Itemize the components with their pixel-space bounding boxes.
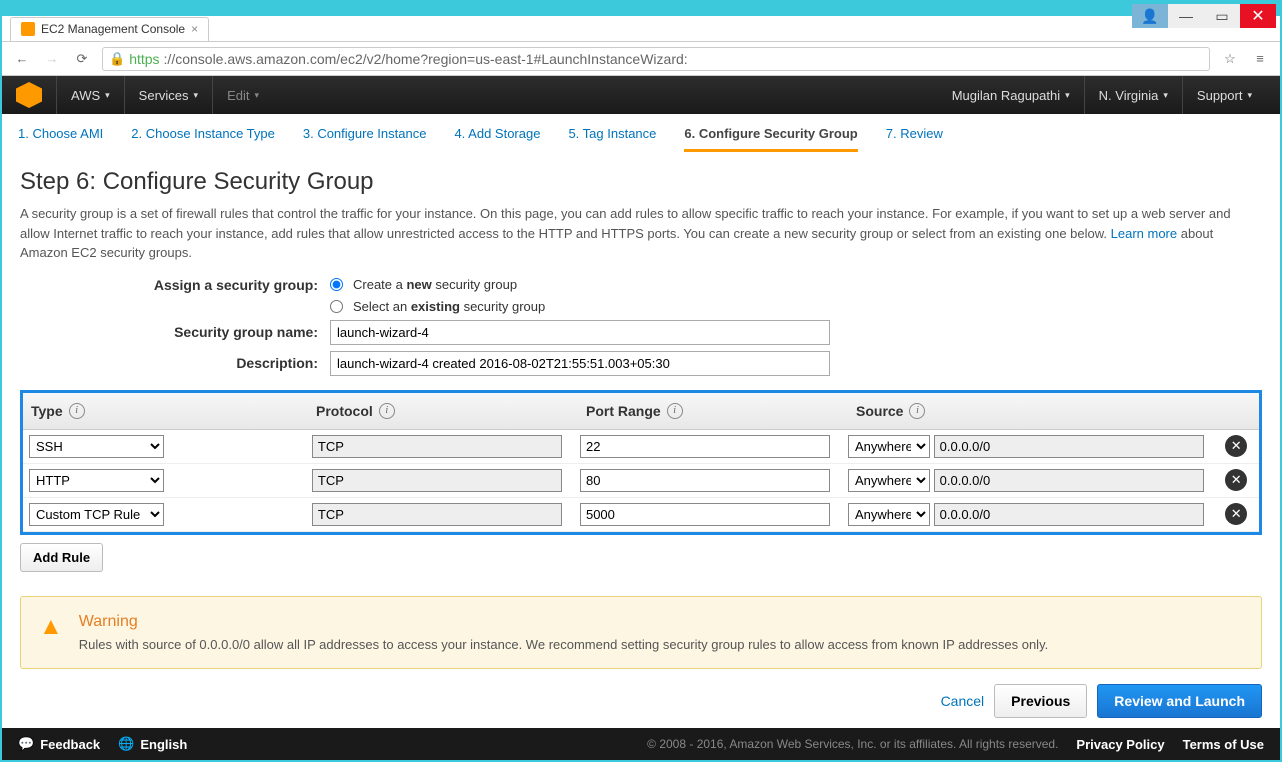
region-menu[interactable]: N. Virginia▾ [1084,76,1182,114]
user-menu[interactable]: Mugilan Ragupathi▾ [938,76,1084,114]
aws-favicon-icon [21,22,35,36]
warning-box: ▲ Warning Rules with source of 0.0.0.0/0… [20,596,1262,669]
rule-source-select[interactable]: Anywhere [848,435,930,458]
menu-icon[interactable]: ≡ [1250,49,1270,69]
forward-icon: → [42,49,62,69]
rule-port-input[interactable] [580,503,830,526]
feedback-link[interactable]: 💬Feedback [18,736,100,752]
info-icon[interactable]: i [69,403,85,419]
previous-button[interactable]: Previous [994,684,1087,718]
services-menu[interactable]: Services▾ [124,76,212,114]
rule-protocol [312,435,562,458]
speech-icon: 💬 [18,736,34,752]
delete-rule-icon[interactable]: ✕ [1225,469,1247,491]
browser-tab[interactable]: EC2 Management Console × [10,17,209,41]
url-path: ://console.aws.amazon.com/ec2/v2/home?re… [164,51,688,67]
table-row: Custom TCP Rule Anywhere ✕ [23,498,1259,532]
window-minimize[interactable]: — [1168,4,1204,28]
url-protocol: https [129,51,159,67]
copyright: © 2008 - 2016, Amazon Web Services, Inc.… [647,737,1058,751]
rule-type-select[interactable]: SSH [29,435,164,458]
info-icon[interactable]: i [667,403,683,419]
wizard-tab-tag[interactable]: 5. Tag Instance [568,126,656,152]
learn-more-link[interactable]: Learn more [1111,226,1177,241]
rule-type-select[interactable]: Custom TCP Rule [29,503,164,526]
table-row: HTTP Anywhere ✕ [23,464,1259,498]
page-description: A security group is a set of firewall ru… [20,204,1262,263]
aws-header: AWS▾ Services▾ Edit▾ Mugilan Ragupathi▾ … [2,76,1280,114]
radio-create-new[interactable] [330,278,343,291]
rule-cidr [934,503,1204,526]
warning-title: Warning [79,613,1048,631]
globe-icon: 🌐 [118,736,134,752]
table-row: SSH Anywhere ✕ [23,430,1259,464]
th-source: Source [856,403,903,419]
wizard-tab-review[interactable]: 7. Review [886,126,943,152]
terms-link[interactable]: Terms of Use [1183,737,1264,752]
wizard-tab-configure[interactable]: 3. Configure Instance [303,126,427,152]
sg-desc-input[interactable] [330,351,830,376]
warning-icon: ▲ [39,613,63,652]
assign-label: Assign a security group: [20,277,330,293]
bookmark-icon[interactable]: ☆ [1220,49,1240,69]
th-port: Port Range [586,403,661,419]
review-launch-button[interactable]: Review and Launch [1097,684,1262,718]
aws-logo-icon[interactable] [16,82,42,108]
radio-select-existing[interactable] [330,300,343,313]
privacy-link[interactable]: Privacy Policy [1076,737,1164,752]
th-protocol: Protocol [316,403,373,419]
page-title: Step 6: Configure Security Group [20,168,1262,196]
aws-menu[interactable]: AWS▾ [56,76,124,114]
wizard-tab-storage[interactable]: 4. Add Storage [454,126,540,152]
th-type: Type [31,403,63,419]
info-icon[interactable]: i [909,403,925,419]
add-rule-button[interactable]: Add Rule [20,543,103,572]
info-icon[interactable]: i [379,403,395,419]
rule-port-input[interactable] [580,435,830,458]
warning-text: Rules with source of 0.0.0.0/0 allow all… [79,637,1048,652]
rule-cidr [934,435,1204,458]
wizard-tabs: 1. Choose AMI 2. Choose Instance Type 3.… [2,114,1280,152]
window-close[interactable]: ✕ [1240,4,1276,28]
rule-type-select[interactable]: HTTP [29,469,164,492]
lock-icon: 🔒 [109,51,125,67]
wizard-tab-security[interactable]: 6. Configure Security Group [684,126,857,152]
support-menu[interactable]: Support▾ [1182,76,1266,114]
tab-title: EC2 Management Console [41,22,185,36]
back-icon[interactable]: ← [12,49,32,69]
wizard-tab-ami[interactable]: 1. Choose AMI [18,126,103,152]
rule-port-input[interactable] [580,469,830,492]
address-bar[interactable]: 🔒 https ://console.aws.amazon.com/ec2/v2/… [102,47,1210,71]
user-account-icon[interactable]: 👤 [1132,4,1168,28]
rule-source-select[interactable]: Anywhere [848,469,930,492]
rules-table: Typei Protocoli Port Rangei Sourcei SSHA… [20,390,1262,535]
sg-desc-label: Description: [20,355,330,371]
edit-menu[interactable]: Edit▾ [212,76,273,114]
delete-rule-icon[interactable]: ✕ [1225,503,1247,525]
cancel-button[interactable]: Cancel [941,693,985,709]
rule-source-select[interactable]: Anywhere [848,503,930,526]
rule-cidr [934,469,1204,492]
sg-name-input[interactable] [330,320,830,345]
tab-close-icon[interactable]: × [191,22,198,36]
reload-icon[interactable]: ⟳ [72,49,92,69]
wizard-tab-instance-type[interactable]: 2. Choose Instance Type [131,126,275,152]
delete-rule-icon[interactable]: ✕ [1225,435,1247,457]
sg-name-label: Security group name: [20,324,330,340]
language-menu[interactable]: 🌐English [118,736,187,752]
rule-protocol [312,503,562,526]
rule-protocol [312,469,562,492]
window-maximize[interactable]: ▭ [1204,4,1240,28]
footer: 💬Feedback 🌐English © 2008 - 2016, Amazon… [2,728,1280,760]
